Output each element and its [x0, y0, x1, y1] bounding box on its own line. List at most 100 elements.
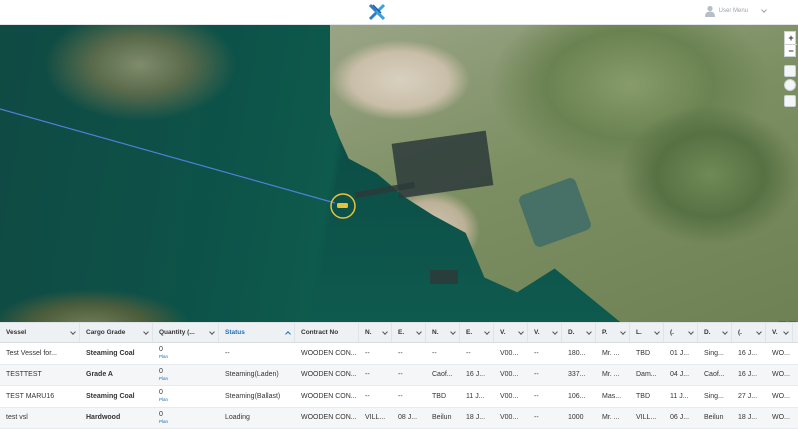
column-header[interactable]: V.: [528, 323, 562, 342]
user-menu-label: User Menu: [718, 8, 748, 14]
chevron-down-icon[interactable]: [382, 329, 388, 335]
plan-link[interactable]: Plan: [159, 375, 168, 382]
chevron-down-icon[interactable]: [722, 329, 728, 335]
grid-cell: 16 J...: [466, 371, 486, 379]
plan-link[interactable]: Plan: [159, 418, 168, 425]
grid-cell: WO...: [772, 392, 790, 400]
chevron-down-icon[interactable]: [143, 329, 149, 335]
column-header[interactable]: Cargo Grade: [80, 323, 153, 342]
zoom-controls: + −: [784, 31, 797, 57]
column-header[interactable]: Status: [219, 323, 295, 342]
user-menu[interactable]: User Menu: [704, 5, 767, 17]
chevron-down-icon[interactable]: [450, 329, 456, 335]
chevron-down-icon[interactable]: [416, 329, 422, 335]
grid-cell: 180...: [568, 349, 586, 357]
chevron-down-icon[interactable]: [620, 329, 626, 335]
chevron-down-icon[interactable]: [586, 329, 592, 335]
chevron-down-icon[interactable]: [484, 329, 490, 335]
grid-cell: --: [466, 349, 471, 357]
column-header[interactable]: V.: [494, 323, 528, 342]
column-header[interactable]: (.: [732, 323, 766, 342]
chevron-down-icon[interactable]: [654, 329, 660, 335]
grid-cell: --: [534, 371, 539, 379]
grid-cell: WO...: [772, 371, 790, 379]
column-header[interactable]: Vessel: [0, 323, 80, 342]
table-row[interactable]: TESTTEST Grade A 0 Plan Steaming(Laden) W…: [0, 364, 798, 386]
company-logo-icon[interactable]: [367, 2, 387, 22]
chevron-down-icon[interactable]: [783, 329, 789, 335]
top-bar: User Menu: [0, 0, 798, 25]
cargo-grade-cell: Grade A: [86, 371, 113, 379]
column-header[interactable]: L.: [630, 323, 664, 342]
grid-cell: V00...: [500, 414, 519, 422]
quantity-cell: 0 Plan: [159, 410, 169, 425]
contract-cell: WOODEN CON...: [301, 414, 357, 422]
grid-cell: --: [398, 392, 403, 400]
column-header[interactable]: Contract No: [295, 323, 359, 342]
column-header[interactable]: P.: [596, 323, 630, 342]
chevron-down-icon[interactable]: [552, 329, 558, 335]
status-cell: Loading: [225, 414, 250, 422]
zoom-in-button[interactable]: +: [785, 32, 797, 44]
chevron-down-icon[interactable]: [688, 329, 694, 335]
quantity-cell: 0 Plan: [159, 346, 169, 360]
grid-cell: Sing...: [704, 392, 724, 400]
sort-ascending-icon[interactable]: [285, 331, 291, 337]
quantity-cell: 0 Plan: [159, 389, 169, 403]
column-header[interactable]: Quantity (...: [153, 323, 219, 342]
grid-cell: --: [534, 392, 539, 400]
grid-cell: 18 J...: [466, 414, 486, 422]
chevron-down-icon[interactable]: [70, 329, 76, 335]
column-header[interactable]: E.: [460, 323, 494, 342]
cargo-grade-cell: Steaming Coal: [86, 392, 135, 400]
grid-cell: Mas...: [602, 392, 622, 400]
grid-cell: 106...: [568, 392, 586, 400]
column-header[interactable]: N.: [426, 323, 460, 342]
grid-cell: V00...: [500, 371, 519, 379]
contract-cell: WOODEN CON...: [301, 349, 357, 357]
grid-cell: Sing...: [704, 349, 724, 357]
vessel-grid: Vessel Cargo Grade Quantity (... Status …: [0, 322, 798, 429]
grid-cell: Caof...: [704, 371, 725, 379]
grid-cell: TBD: [636, 349, 650, 357]
grid-cell: 08 J...: [398, 414, 418, 422]
status-cell: Steaming(Laden): [225, 371, 279, 379]
plan-link[interactable]: Plan: [159, 396, 168, 403]
eye-icon[interactable]: [784, 95, 796, 107]
vessel-cell: TESTTEST: [6, 371, 42, 379]
column-header[interactable]: D.: [698, 323, 732, 342]
zoom-out-button[interactable]: −: [785, 44, 797, 56]
grid-cell: Beilun: [704, 414, 724, 422]
vessel-marker: [337, 203, 348, 208]
chevron-down-icon[interactable]: [756, 329, 762, 335]
table-row[interactable]: Test Vessel for... Steaming Coal 0 Plan -…: [0, 343, 798, 365]
column-header[interactable]: (.: [664, 323, 698, 342]
column-header[interactable]: V.: [766, 323, 793, 342]
column-header[interactable]: N.: [359, 323, 392, 342]
vessel-cell: test vsl: [6, 414, 28, 422]
satellite-map[interactable]: + −: [0, 25, 798, 322]
grid-cell: 01 J...: [670, 349, 690, 357]
table-row[interactable]: TEST MARU16 Steaming Coal 0 Plan Steaming…: [0, 386, 798, 408]
table-row[interactable]: test vsl Hardwood 0 Plan Loading WOODEN C…: [0, 407, 798, 429]
column-header[interactable]: D.: [562, 323, 596, 342]
globe-icon[interactable]: [784, 79, 796, 91]
grid-cell: 27 J...: [738, 392, 758, 400]
column-header[interactable]: E.: [392, 323, 426, 342]
chevron-down-icon[interactable]: [209, 329, 215, 335]
cargo-grade-cell: Hardwood: [86, 414, 121, 422]
grid-cell: TBD: [636, 392, 650, 400]
grid-cell: --: [534, 349, 539, 357]
grid-cell: Caof...: [432, 371, 453, 379]
plan-link[interactable]: Plan: [159, 353, 168, 360]
grid-cell: WO...: [772, 349, 790, 357]
vessel-cell: Test Vessel for...: [6, 349, 57, 357]
chevron-down-icon[interactable]: [518, 329, 524, 335]
grid-cell: 16 J...: [738, 371, 758, 379]
grid-cell: Beilun: [432, 414, 452, 422]
grid-cell: --: [365, 349, 370, 357]
grid-cell: V00...: [500, 392, 519, 400]
grid-cell: 11 J...: [670, 392, 689, 400]
layers-button[interactable]: [784, 65, 796, 77]
grid-cell: --: [398, 349, 403, 357]
